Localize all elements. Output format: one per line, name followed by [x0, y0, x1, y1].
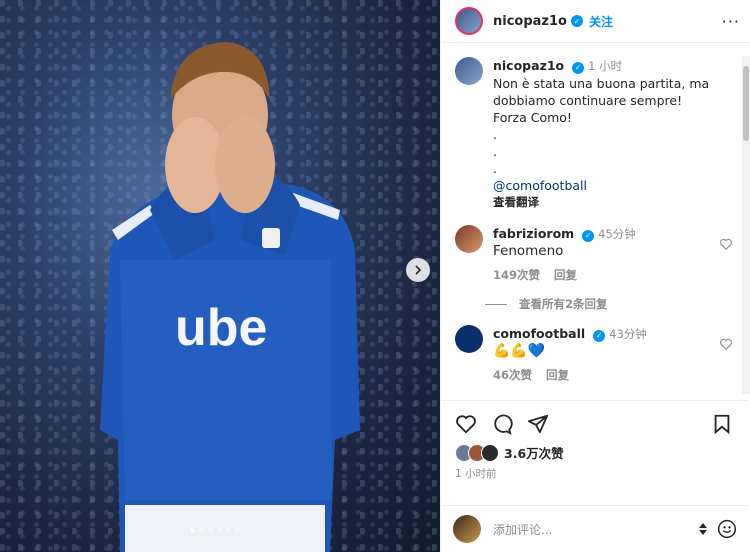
author-username[interactable]: nicopaz1o [493, 14, 567, 29]
comment-input[interactable]: 添加评论... [493, 521, 697, 538]
comment-likes[interactable]: 46次赞 [493, 368, 532, 382]
verified-icon: ✓ [572, 61, 585, 74]
current-user-avatar [453, 515, 481, 543]
comment-time: 45分钟 [598, 227, 636, 241]
caption-line: . [493, 127, 497, 142]
comment-text: Fenomeno [493, 243, 564, 259]
commenter-avatar[interactable] [455, 325, 483, 353]
author-avatar[interactable] [455, 7, 483, 35]
comments-feed: nicopaz1o ✓ 1 小时 Non è stata una buona p… [441, 43, 749, 400]
comment-icon[interactable] [491, 413, 513, 435]
emoji-icon[interactable] [717, 519, 737, 539]
likes-row: 3.6万次赞 [441, 435, 749, 462]
caption-line: dobbiamo continuare sempre! [493, 93, 683, 108]
caption: nicopaz1o ✓ 1 小时 Non è stata una buona p… [441, 43, 749, 211]
comments-scrollbar[interactable] [742, 56, 750, 394]
sort-arrows-icon[interactable] [697, 522, 709, 536]
verified-icon: ✓ [593, 329, 606, 342]
caption-line: . [493, 144, 497, 159]
carousel-dots [190, 528, 240, 533]
comment-bar: 添加评论... [441, 505, 749, 552]
post-sidebar: nicopaz1o ✓ 关注 ··· nicopaz1o ✓ 1 小时 Non … [440, 0, 750, 552]
comment-text: 💪💪💙 [493, 343, 546, 359]
caption-time: 1 小时 [588, 59, 623, 73]
post-photo: ube [0, 0, 440, 552]
comment-item: comofootball ✓ 43分钟 💪💪💙 46次赞 回复 [441, 313, 749, 384]
like-heart-icon[interactable] [455, 413, 477, 435]
commenter-avatar[interactable] [455, 225, 483, 253]
next-photo-button[interactable] [406, 258, 430, 282]
comment-likes[interactable]: 149次赞 [493, 268, 540, 282]
chevron-right-icon [415, 265, 422, 275]
see-translation-link[interactable]: 查看翻译 [493, 194, 733, 211]
commenter-username[interactable]: comofootball [493, 326, 585, 341]
caption-avatar[interactable] [455, 57, 483, 85]
comment-like-heart-icon[interactable] [719, 237, 733, 251]
likes-count[interactable]: 3.6万次赞 [504, 443, 564, 462]
liker-avatar [481, 443, 499, 462]
reply-button[interactable]: 回复 [554, 268, 577, 282]
caption-username[interactable]: nicopaz1o [493, 58, 564, 73]
mention-link[interactable]: @comofootball [493, 177, 733, 194]
verified-icon: ✓ [582, 229, 595, 242]
comment-time: 43分钟 [609, 327, 647, 341]
follow-button[interactable]: 关注 [589, 13, 613, 30]
caption-line: Non è stata una buona partita, ma [493, 76, 710, 91]
commenter-username[interactable]: fabriziorom [493, 226, 574, 241]
share-icon[interactable] [527, 413, 549, 435]
more-options-icon[interactable]: ··· [722, 12, 740, 31]
reply-button[interactable]: 回复 [546, 368, 569, 382]
caption-line: . [493, 161, 497, 176]
jersey-sponsor: ube [175, 299, 267, 357]
verified-icon: ✓ [570, 15, 583, 27]
bookmark-icon[interactable] [711, 413, 733, 435]
post-time: 1 小时前 [455, 468, 497, 480]
comment-like-heart-icon[interactable] [719, 337, 733, 351]
post-actions: 3.6万次赞 1 小时前 [441, 400, 749, 511]
post-header: nicopaz1o ✓ 关注 ··· [441, 0, 750, 43]
caption-line: Forza Como! [493, 110, 572, 125]
comment-item: fabriziorom ✓ 45分钟 Fenomeno 149次赞 回复 查看所… [441, 211, 749, 313]
view-replies-link[interactable]: 查看所有2条回复 [519, 297, 608, 311]
player-figure: ube [100, 42, 360, 552]
